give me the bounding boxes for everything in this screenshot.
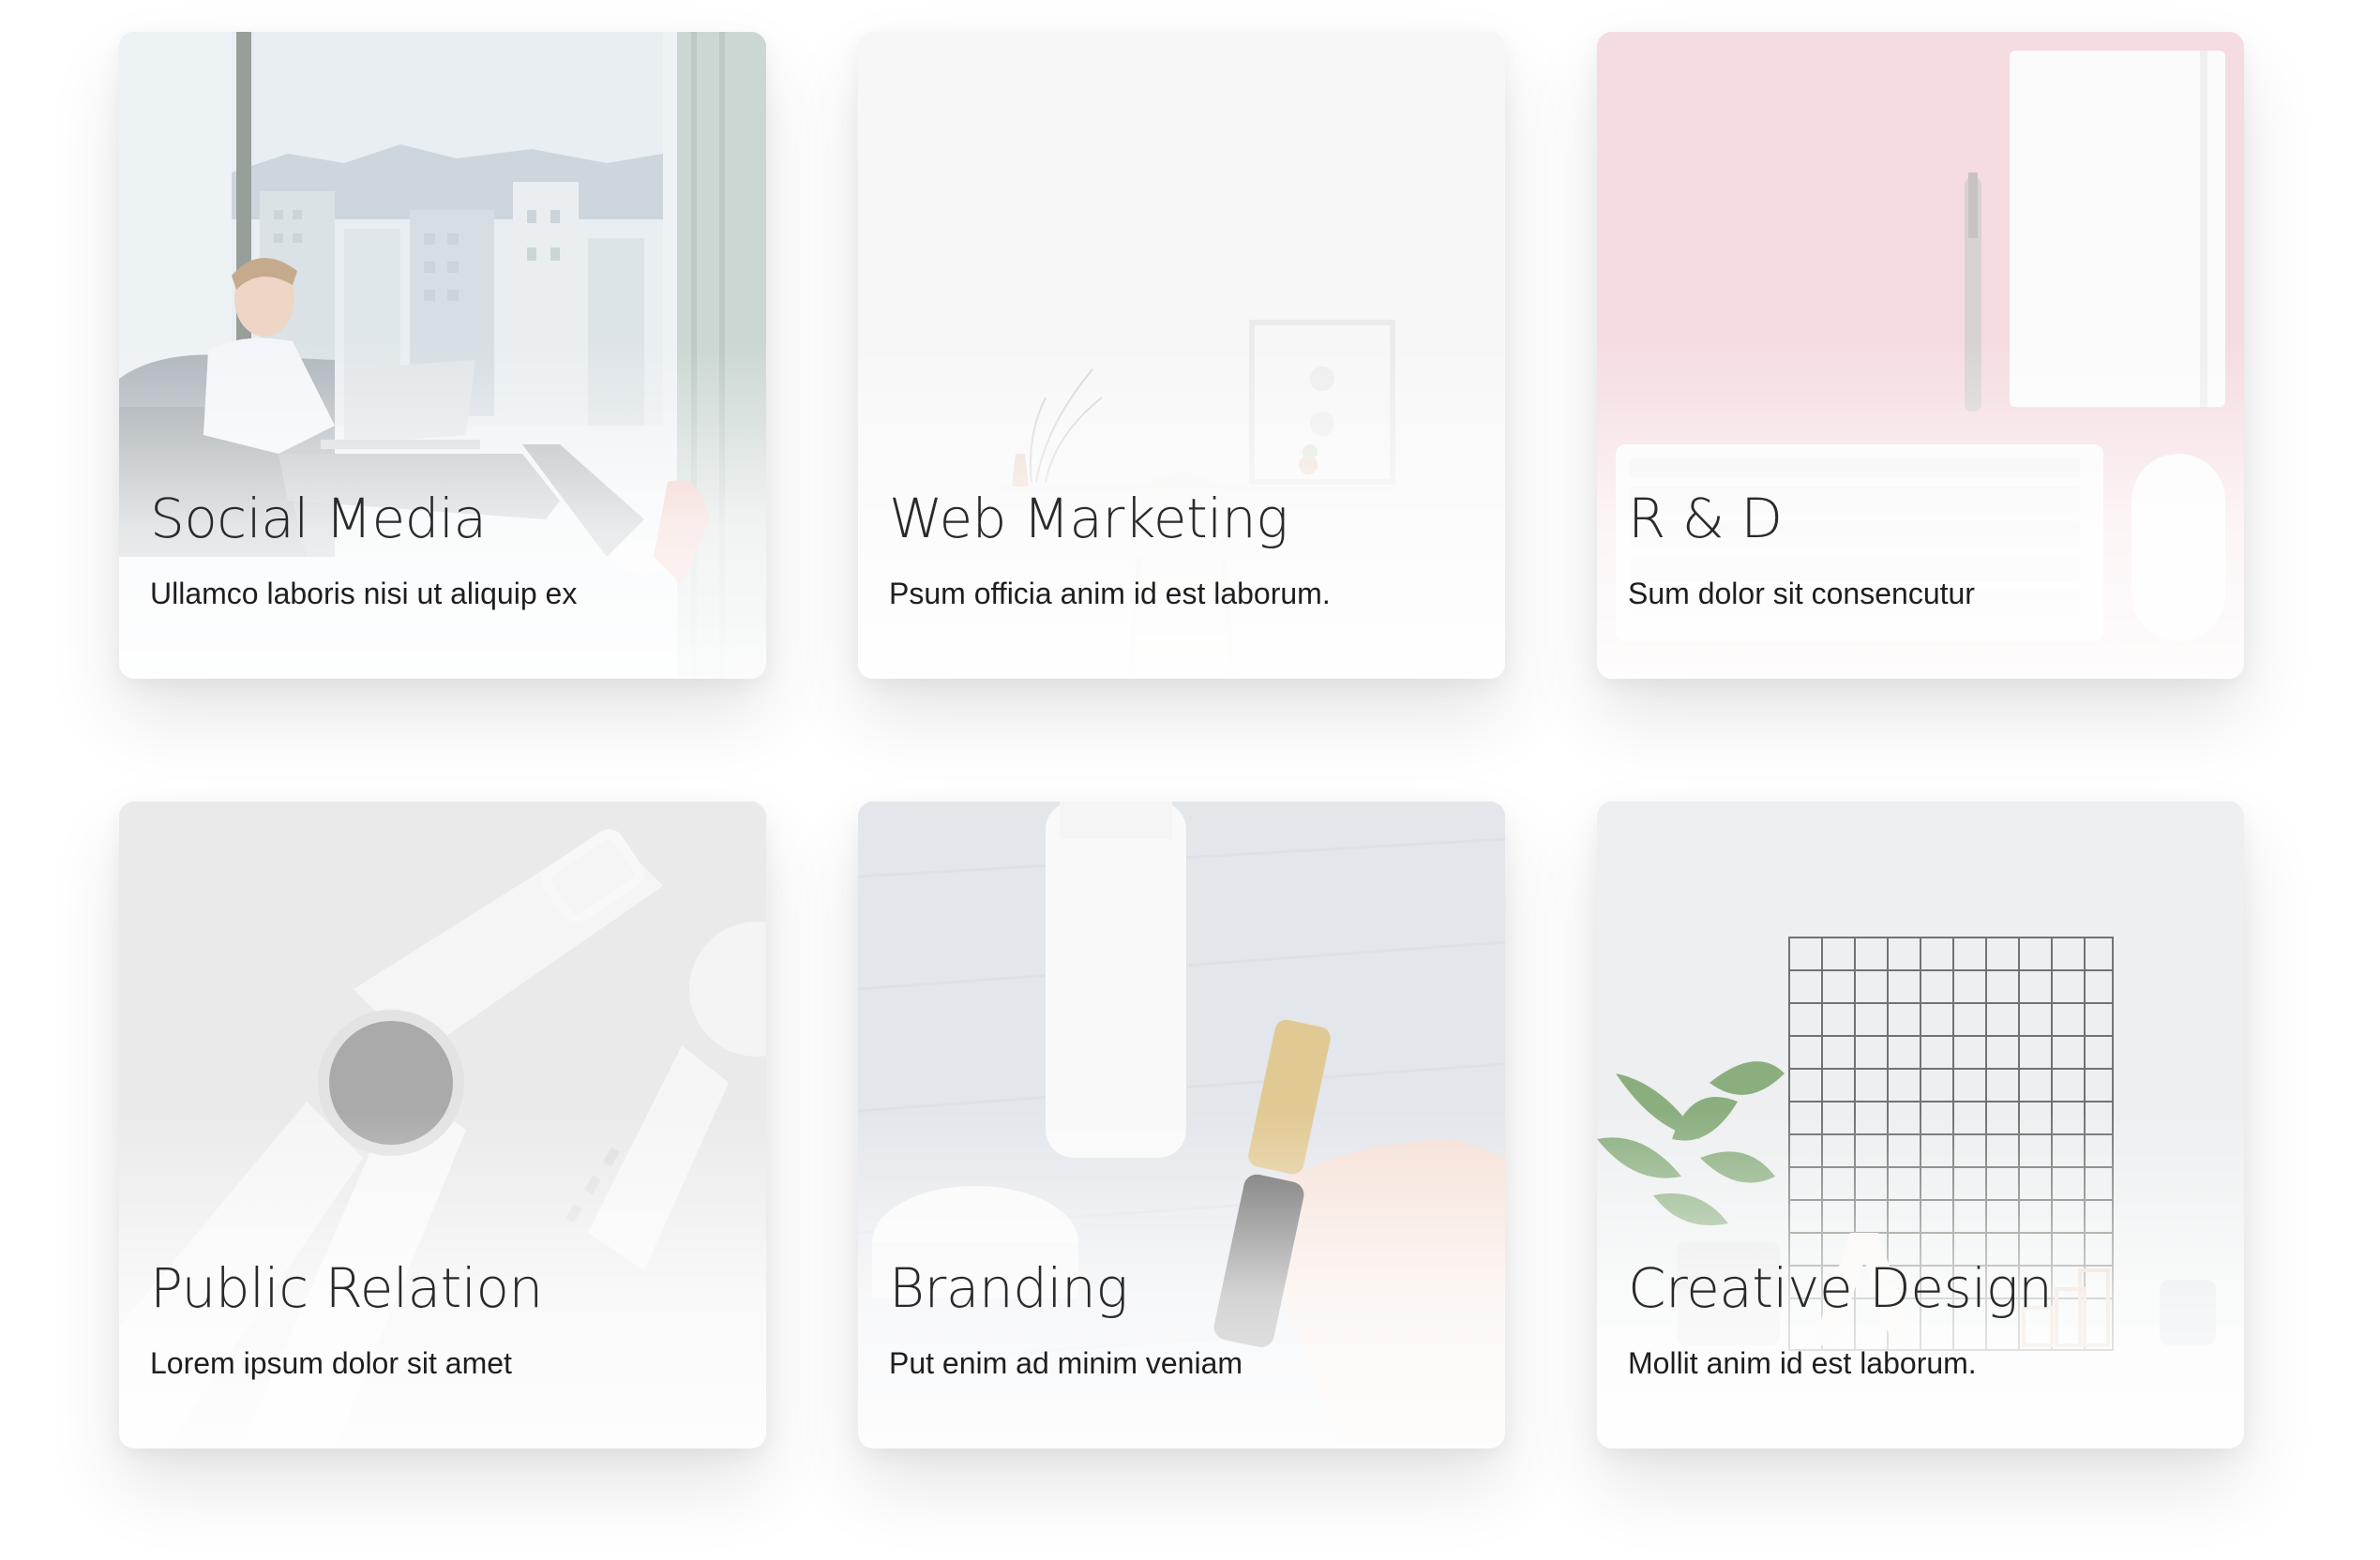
card-description: Lorem ipsum dolor sit amet (150, 1346, 512, 1380)
card-title: Branding (889, 1256, 1128, 1320)
card-description: Psum officia anim id est laborum. (889, 577, 1331, 610)
card-title: Web Marketing (889, 487, 1288, 550)
service-card-public-relation[interactable]: Public Relation Lorem ipsum dolor sit am… (119, 802, 766, 1448)
card-description: Put enim ad minim veniam (889, 1346, 1243, 1380)
card-description: Ullamco laboris nisi ut aliquip ex (150, 577, 578, 610)
card-title: Creative Design (1628, 1256, 2053, 1320)
card-title: Social Media (150, 487, 487, 550)
service-card-social-media[interactable]: Social Media Ullamco laboris nisi ut ali… (119, 32, 766, 679)
service-card-branding[interactable]: Branding Put enim ad minim veniam (858, 802, 1505, 1448)
service-card-r-and-d[interactable]: R & D Sum dolor sit consencutur (1597, 32, 2244, 679)
card-title: Public Relation (150, 1256, 543, 1320)
card-title: R & D (1628, 487, 1783, 550)
service-card-web-marketing[interactable]: Web Marketing Psum officia anim id est l… (858, 32, 1505, 679)
service-card-creative-design[interactable]: Creative Design Mollit anim id est labor… (1597, 802, 2244, 1448)
services-grid: Social Media Ullamco laboris nisi ut ali… (0, 0, 2380, 1560)
card-description: Sum dolor sit consencutur (1628, 577, 1975, 610)
card-description: Mollit anim id est laborum. (1628, 1346, 1977, 1380)
